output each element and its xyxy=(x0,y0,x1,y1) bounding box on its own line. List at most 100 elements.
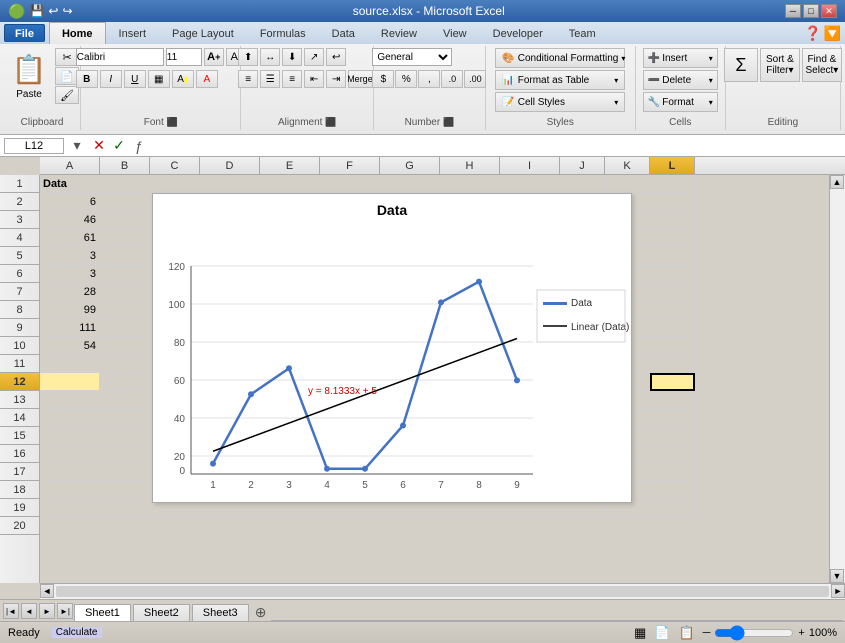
normal-view-icon[interactable]: ▦ xyxy=(634,625,646,641)
cell-a2[interactable]: 6 xyxy=(40,193,100,211)
paste-button[interactable]: 📋 Paste xyxy=(5,48,53,103)
conditional-formatting-button[interactable]: 🎨 Conditional Formatting ▾ xyxy=(495,48,625,68)
cell-a5[interactable]: 3 xyxy=(40,247,100,265)
cell-k1[interactable] xyxy=(605,175,650,193)
col-header-b[interactable]: B xyxy=(100,157,150,174)
font-name-select[interactable] xyxy=(76,48,164,66)
cell-b3[interactable] xyxy=(100,211,150,229)
tab-nav-next[interactable]: ► xyxy=(39,603,55,619)
row-header-18[interactable]: 18 xyxy=(0,481,39,499)
row-header-19[interactable]: 19 xyxy=(0,499,39,517)
align-bottom-button[interactable]: ⬇ xyxy=(282,48,302,66)
row-header-2[interactable]: 2 xyxy=(0,193,39,211)
bold-button[interactable]: B xyxy=(76,70,98,88)
tab-view[interactable]: View xyxy=(430,22,480,44)
col-header-i[interactable]: I xyxy=(500,157,560,174)
cell-a4[interactable]: 61 xyxy=(40,229,100,247)
row-header-6[interactable]: 6 xyxy=(0,265,39,283)
delete-cells-button[interactable]: ➖ Delete ▾ xyxy=(643,70,718,90)
italic-button[interactable]: I xyxy=(100,70,122,88)
confirm-formula-icon[interactable]: ✓ xyxy=(110,137,128,155)
row-header-9[interactable]: 9 xyxy=(0,319,39,337)
font-size-select[interactable] xyxy=(166,48,202,66)
row-header-1[interactable]: 1 xyxy=(0,175,39,193)
cell-l4[interactable] xyxy=(650,229,695,247)
tab-developer[interactable]: Developer xyxy=(480,22,556,44)
col-header-l[interactable]: L xyxy=(650,157,695,174)
cell-b2[interactable] xyxy=(100,193,150,211)
row-header-3[interactable]: 3 xyxy=(0,211,39,229)
text-angle-button[interactable]: ↗ xyxy=(304,48,324,66)
decrease-indent-button[interactable]: ⇤ xyxy=(304,70,324,88)
cell-a6[interactable]: 3 xyxy=(40,265,100,283)
col-header-j[interactable]: J xyxy=(560,157,605,174)
decrease-decimal-btn[interactable]: .0 xyxy=(441,70,463,88)
align-middle-button[interactable]: ↔ xyxy=(260,48,280,66)
row-header-7[interactable]: 7 xyxy=(0,283,39,301)
cell-g1[interactable] xyxy=(380,175,440,193)
find-select-button[interactable]: Find &Select▾ xyxy=(802,48,842,82)
minimize-ribbon-icon[interactable]: 🔽 xyxy=(824,25,841,42)
cell-reference-box[interactable] xyxy=(4,138,64,154)
format-cells-button[interactable]: 🔧 Format ▾ xyxy=(643,92,718,112)
sheet-tab-1[interactable]: Sheet1 xyxy=(74,604,131,621)
vertical-scrollbar[interactable]: ▲ ▼ xyxy=(829,175,845,583)
col-header-f[interactable]: F xyxy=(320,157,380,174)
help-icon[interactable]: ❓ xyxy=(804,25,821,42)
row-header-20[interactable]: 20 xyxy=(0,517,39,535)
row-header-14[interactable]: 14 xyxy=(0,409,39,427)
row-header-11[interactable]: 11 xyxy=(0,355,39,373)
formula-expand-icon[interactable]: ▾ xyxy=(68,137,86,155)
undo-btn[interactable]: ↩ xyxy=(48,4,58,18)
formula-input[interactable] xyxy=(152,138,841,154)
sheet-tab-3[interactable]: Sheet3 xyxy=(192,604,249,621)
col-header-h[interactable]: H xyxy=(440,157,500,174)
minimize-button[interactable]: ─ xyxy=(785,4,801,18)
row-header-15[interactable]: 15 xyxy=(0,427,39,445)
cell-l1[interactable] xyxy=(650,175,695,193)
col-header-k[interactable]: K xyxy=(605,157,650,174)
increase-decimal-btn[interactable]: .00 xyxy=(464,70,486,88)
sort-filter-button[interactable]: Sort &Filter▾ xyxy=(760,48,800,82)
col-header-a[interactable]: A xyxy=(40,157,100,174)
underline-button[interactable]: U xyxy=(124,70,146,88)
cell-a12[interactable] xyxy=(40,373,100,391)
align-top-button[interactable]: ⬆ xyxy=(238,48,258,66)
insert-cells-button[interactable]: ➕ Insert ▾ xyxy=(643,48,718,68)
align-right-button[interactable]: ≡ xyxy=(282,70,302,88)
insert-function-icon[interactable]: ƒ xyxy=(130,137,148,155)
cell-l2[interactable] xyxy=(650,193,695,211)
sheet-tab-2[interactable]: Sheet2 xyxy=(133,604,190,621)
cell-a10[interactable]: 54 xyxy=(40,337,100,355)
col-header-d[interactable]: D xyxy=(200,157,260,174)
tab-team[interactable]: Team xyxy=(556,22,609,44)
fill-color-button[interactable]: A▮ xyxy=(172,70,194,88)
cell-a9[interactable]: 111 xyxy=(40,319,100,337)
close-button[interactable]: ✕ xyxy=(821,4,837,18)
row-header-8[interactable]: 8 xyxy=(0,301,39,319)
tab-page-layout[interactable]: Page Layout xyxy=(159,22,247,44)
font-size-increase[interactable]: A+ xyxy=(204,48,224,66)
row-header-5[interactable]: 5 xyxy=(0,247,39,265)
cell-a1[interactable]: Data xyxy=(40,175,100,193)
row-header-12[interactable]: 12 xyxy=(0,373,39,391)
percent-format-btn[interactable]: % xyxy=(395,70,417,88)
redo-btn[interactable]: ↪ xyxy=(62,4,72,18)
autosum-button[interactable]: Σ xyxy=(724,48,758,82)
format-as-table-button[interactable]: 📊 Format as Table ▾ xyxy=(495,70,625,90)
cell-b1[interactable] xyxy=(100,175,150,193)
cell-d1[interactable] xyxy=(200,175,260,193)
page-break-view-icon[interactable]: 📋 xyxy=(678,625,694,641)
border-button[interactable]: ▦ xyxy=(148,70,170,88)
add-sheet-button[interactable]: ⊕ xyxy=(251,603,271,621)
tab-insert[interactable]: Insert xyxy=(106,22,160,44)
page-layout-view-icon[interactable]: 📄 xyxy=(654,625,670,641)
wrap-text-button[interactable]: ↩ xyxy=(326,48,346,66)
tab-nav-last[interactable]: ►| xyxy=(57,603,73,619)
tab-data[interactable]: Data xyxy=(319,22,368,44)
quick-save[interactable]: 💾 xyxy=(29,4,44,18)
maximize-button[interactable]: □ xyxy=(803,4,819,18)
cell-a11[interactable] xyxy=(40,355,100,373)
col-header-c[interactable]: C xyxy=(150,157,200,174)
cell-i1[interactable] xyxy=(500,175,560,193)
